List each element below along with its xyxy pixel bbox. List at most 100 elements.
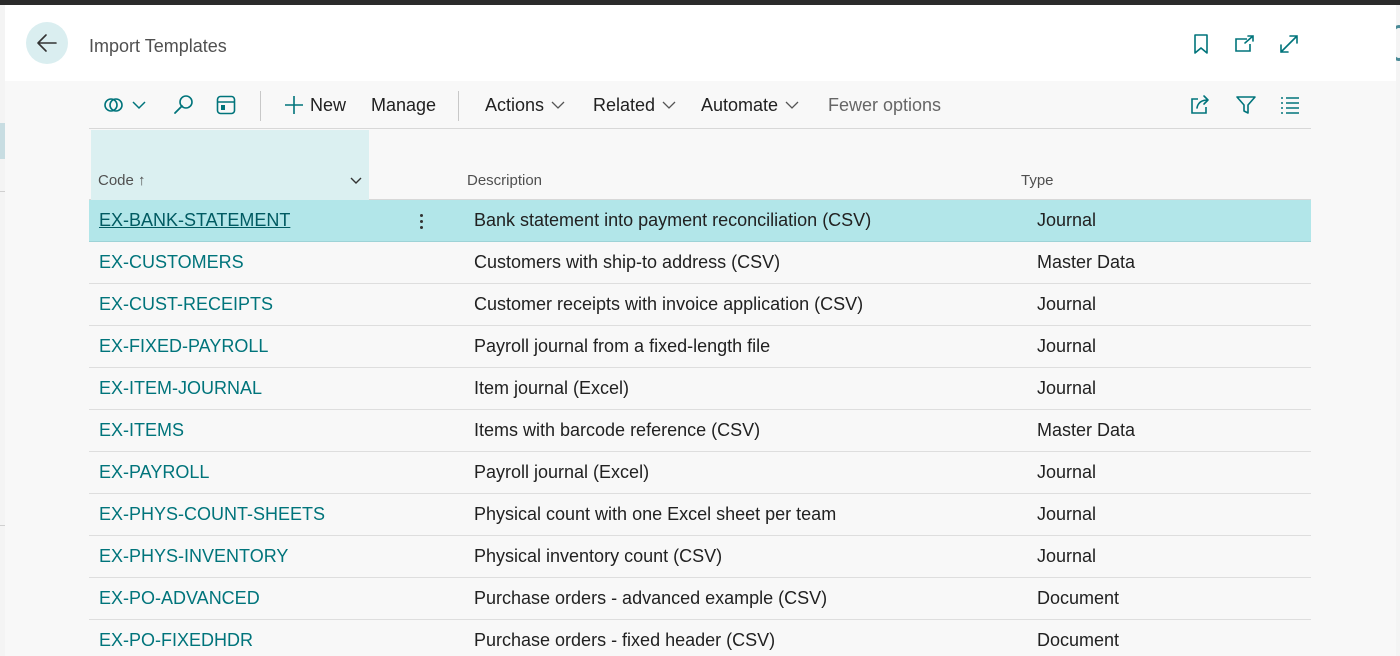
type-cell: Document (1037, 630, 1120, 650)
code-link[interactable]: EX-PAYROLL (99, 452, 209, 493)
description-cell: Customers with ship-to address (CSV) (474, 252, 781, 272)
expand-button[interactable] (1276, 31, 1302, 57)
toolbar-separator (260, 91, 261, 121)
share-icon (1191, 95, 1209, 114)
expand-icon (1280, 35, 1298, 53)
chevron-down-icon[interactable] (350, 173, 362, 191)
related-menu[interactable]: Related (593, 81, 676, 129)
fewer-options-button[interactable]: Fewer options (828, 81, 941, 129)
related-label: Related (593, 94, 656, 115)
description-cell: Purchase orders - fixed header (CSV) (474, 630, 776, 650)
type-cell: Master Data (1037, 420, 1136, 440)
code-link[interactable]: EX-ITEM-JOURNAL (99, 368, 262, 409)
table-row[interactable]: EX-ITEM-JOURNAL Item journal (Excel) Journ… (89, 368, 1311, 410)
description-cell: Physical inventory count (CSV) (474, 546, 723, 566)
type-cell: Journal (1037, 294, 1097, 314)
description-cell: Payroll journal from a fixed-length file (474, 336, 771, 356)
manage-label: Manage (371, 94, 437, 115)
type-cell: Journal (1037, 210, 1097, 230)
list-view-button[interactable] (1279, 81, 1301, 129)
new-button[interactable]: New (284, 81, 346, 129)
open-in-new-window-icon (1235, 35, 1254, 52)
fewer-options-label: Fewer options (828, 94, 942, 115)
templates-table: Code ↑ Description Type EX-BANK-STATEMEN… (89, 130, 1311, 656)
code-link[interactable]: EX-BANK-STATEMENT (99, 200, 290, 241)
edit-list-icon (216, 95, 236, 115)
views-icon (104, 98, 123, 112)
plus-icon (285, 96, 303, 114)
toolbar-separator (458, 91, 459, 121)
type-cell: Journal (1037, 504, 1097, 524)
column-header-description[interactable]: Description (467, 172, 542, 189)
description-cell: Purchase orders - advanced example (CSV) (474, 588, 828, 608)
description-cell: Item journal (Excel) (474, 378, 630, 398)
type-cell: Document (1037, 588, 1120, 608)
table-row[interactable]: EX-PHYS-COUNT-SHEETS Physical count with … (89, 494, 1311, 536)
chevron-down-icon (132, 100, 146, 110)
table-row[interactable]: EX-CUSTOMERS Customers with ship-to addre… (89, 242, 1311, 284)
import-templates-dialog: Import Templates New Manage Actions Rela… (5, 5, 1396, 656)
table-header: Code ↑ Description Type (89, 130, 1311, 200)
arrow-left-icon (37, 34, 57, 52)
type-cell: Journal (1037, 378, 1097, 398)
page-title: Import Templates (89, 36, 227, 56)
actions-label: Actions (485, 94, 545, 115)
automate-menu[interactable]: Automate (701, 81, 799, 129)
description-cell: Items with barcode reference (CSV) (474, 420, 761, 440)
code-link[interactable]: EX-PO-ADVANCED (99, 578, 260, 619)
code-link[interactable]: EX-ITEMS (99, 410, 184, 451)
dialog-header: Import Templates (5, 5, 1396, 81)
manage-menu[interactable]: Manage (371, 81, 436, 129)
table-row[interactable]: EX-PO-FIXEDHDR Purchase orders - fixed he… (89, 620, 1311, 656)
table-row[interactable]: EX-ITEMS Items with barcode reference (CS… (89, 410, 1311, 452)
code-link[interactable]: EX-PHYS-COUNT-SHEETS (99, 494, 325, 535)
description-cell: Customer receipts with invoice applicati… (474, 294, 864, 314)
row-actions-icon[interactable] (411, 209, 431, 233)
search-icon (174, 95, 193, 114)
filter-button[interactable] (1235, 81, 1257, 129)
table-row[interactable]: EX-FIXED-PAYROLL Payroll journal from a f… (89, 326, 1311, 368)
column-header-code-label: Code ↑ (98, 172, 146, 189)
share-button[interactable] (1189, 81, 1211, 129)
description-cell: Physical count with one Excel sheet per … (474, 504, 837, 524)
code-link[interactable]: EX-PO-FIXEDHDR (99, 620, 253, 656)
ellipsis-dot (419, 213, 423, 217)
code-link[interactable]: EX-FIXED-PAYROLL (99, 326, 268, 367)
type-cell: Master Data (1037, 252, 1136, 272)
code-link[interactable]: EX-CUSTOMERS (99, 242, 244, 283)
actions-menu[interactable]: Actions (485, 81, 565, 129)
bookmark-icon (1194, 34, 1208, 54)
ellipsis-dot (419, 225, 423, 229)
chevron-down-icon (662, 100, 676, 110)
table-row[interactable]: EX-BANK-STATEMENT Bank statement into pay… (89, 200, 1311, 242)
action-bar: New Manage Actions Related Automate Fewe… (89, 81, 1311, 129)
code-link[interactable]: EX-PHYS-INVENTORY (99, 536, 288, 577)
list-view-icon (1281, 97, 1299, 114)
views-button[interactable] (103, 81, 146, 129)
bookmark-button[interactable] (1188, 31, 1214, 57)
table-row[interactable]: EX-PAYROLL Payroll journal (Excel) Journal (89, 452, 1311, 494)
type-cell: Journal (1037, 462, 1097, 482)
chevron-down-icon (785, 100, 799, 110)
column-header-type[interactable]: Type (1021, 172, 1054, 189)
column-header-code[interactable]: Code ↑ (91, 130, 369, 200)
page-content: New Manage Actions Related Automate Fewe… (5, 81, 1396, 656)
table-row[interactable]: EX-PHYS-INVENTORY Physical inventory coun… (89, 536, 1311, 578)
edit-list-button[interactable] (215, 81, 237, 129)
table-row[interactable]: EX-CUST-RECEIPTS Customer receipts with i… (89, 284, 1311, 326)
filter-icon (1236, 96, 1256, 114)
open-in-new-window-button[interactable] (1231, 31, 1257, 57)
description-cell: Payroll journal (Excel) (474, 462, 650, 482)
chevron-down-icon (551, 100, 565, 110)
table-body: EX-BANK-STATEMENT Bank statement into pay… (89, 200, 1311, 656)
type-cell: Journal (1037, 546, 1097, 566)
type-cell: Journal (1037, 336, 1097, 356)
description-cell: Bank statement into payment reconciliati… (474, 210, 872, 230)
ellipsis-dot (419, 219, 423, 223)
new-button-label: New (310, 94, 347, 115)
code-link[interactable]: EX-CUST-RECEIPTS (99, 284, 273, 325)
automate-label: Automate (701, 94, 779, 115)
search-button[interactable] (173, 81, 195, 129)
table-row[interactable]: EX-PO-ADVANCED Purchase orders - advanced… (89, 578, 1311, 620)
back-button[interactable] (26, 22, 68, 64)
